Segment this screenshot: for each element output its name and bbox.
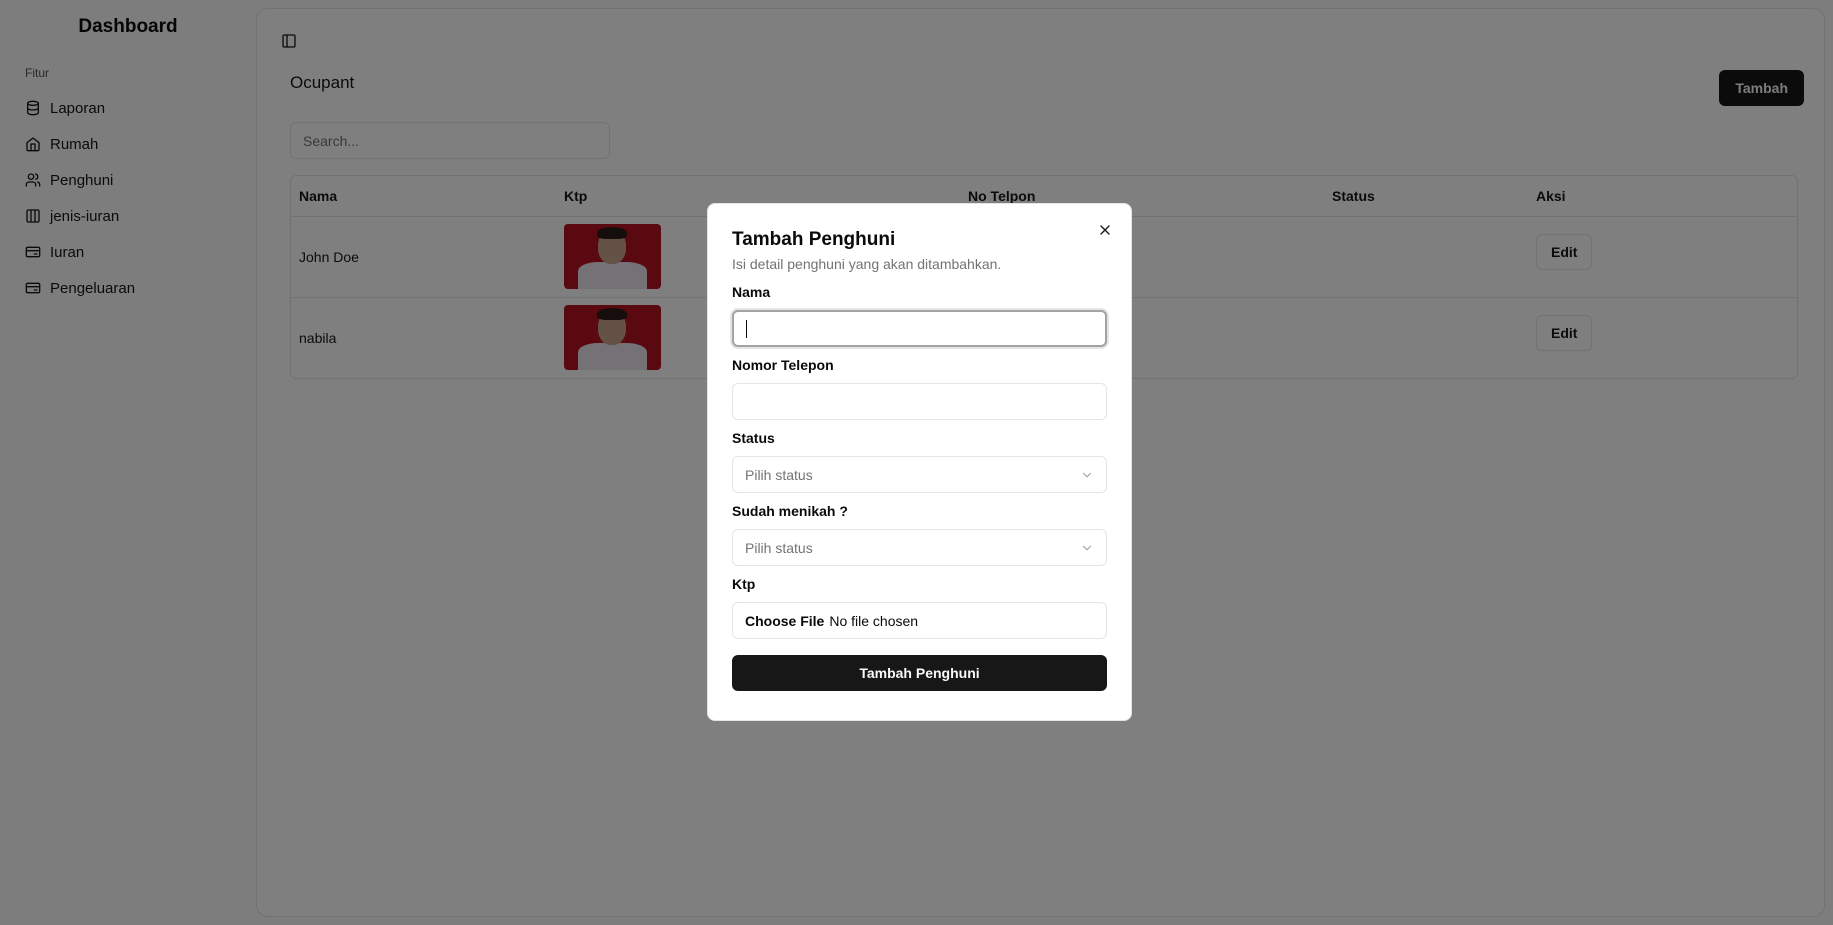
telepon-field-group: Nomor Telepon: [732, 355, 1107, 420]
menikah-label: Sudah menikah ?: [732, 503, 848, 519]
telepon-label: Nomor Telepon: [732, 357, 834, 373]
ktp-file-input[interactable]: Choose File No file chosen: [732, 602, 1107, 639]
nama-label: Nama: [732, 284, 771, 300]
nama-field-group: Nama: [732, 282, 1107, 347]
file-status: No file chosen: [829, 612, 919, 629]
close-icon: [1100, 225, 1110, 235]
nama-input[interactable]: [732, 310, 1107, 347]
chevron-down-icon: [1082, 545, 1092, 551]
dialog-description: Isi detail penghuni yang akan ditambahka…: [732, 256, 1002, 272]
menikah-select-value: Pilih status: [745, 539, 813, 556]
status-label: Status: [732, 430, 775, 446]
dialog-title: Tambah Penghuni: [732, 229, 896, 250]
status-select-value: Pilih status: [745, 466, 813, 483]
text-cursor: [746, 319, 747, 338]
close-button[interactable]: [1097, 222, 1113, 238]
menikah-field-group: Sudah menikah ? Pilih status: [732, 501, 1107, 566]
telepon-input[interactable]: [732, 383, 1107, 420]
submit-button[interactable]: Tambah Penghuni: [732, 655, 1107, 691]
status-select[interactable]: Pilih status: [732, 456, 1107, 493]
status-field-group: Status Pilih status: [732, 428, 1107, 493]
choose-file-button[interactable]: Choose File: [745, 613, 824, 629]
add-occupant-dialog: Tambah Penghuni Isi detail penghuni yang…: [707, 203, 1132, 721]
ktp-label: Ktp: [732, 576, 756, 592]
menikah-select[interactable]: Pilih status: [732, 529, 1107, 566]
ktp-field-group: Ktp Choose File No file chosen: [732, 574, 1107, 639]
chevron-down-icon: [1082, 472, 1092, 478]
